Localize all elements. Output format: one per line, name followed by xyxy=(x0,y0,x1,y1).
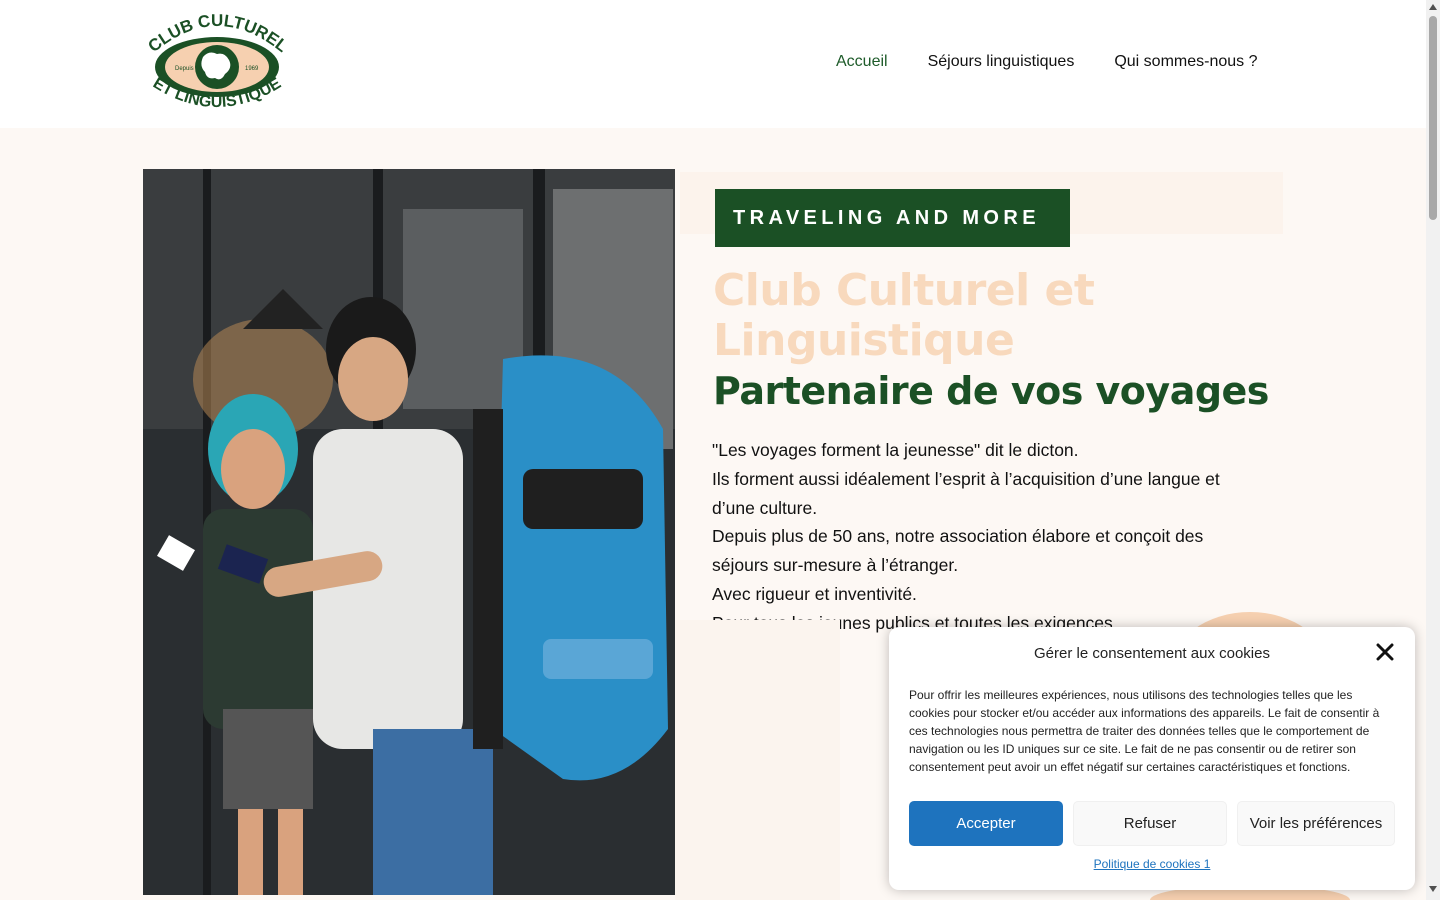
close-icon[interactable] xyxy=(1376,643,1394,661)
travelers-illustration xyxy=(143,169,675,895)
tagline-badge: TRAVELING AND MORE xyxy=(715,189,1070,247)
page-scrollbar[interactable] xyxy=(1426,0,1440,900)
intro-line-3: Depuis plus de 50 ans, notre association… xyxy=(712,526,1204,576)
logo-small-left: Depuis xyxy=(175,66,194,72)
hero-intro: "Les voyages forment la jeunesse" dit le… xyxy=(712,436,1252,638)
cookie-title: Gérer le consentement aux cookies xyxy=(1034,645,1270,662)
site-header: CLUB CULTUREL ET LINGUISTIQUE Depuis 196… xyxy=(0,0,1426,128)
logo-emblem: CLUB CULTUREL ET LINGUISTIQUE Depuis 196… xyxy=(144,11,291,111)
scroll-thumb[interactable] xyxy=(1429,16,1437,220)
scroll-up-arrow-icon[interactable] xyxy=(1429,4,1437,10)
hero-title-line2: Linguistique xyxy=(713,315,1015,366)
nav-item-qui-sommes-nous[interactable]: Qui sommes-nous ? xyxy=(1114,53,1257,71)
logo-small-right: 1969 xyxy=(245,66,259,72)
refuse-button[interactable]: Refuser xyxy=(1073,801,1227,846)
nav-item-accueil[interactable]: Accueil xyxy=(836,53,888,71)
preferences-button[interactable]: Voir les préférences xyxy=(1237,801,1395,846)
hero-subtitle: Partenaire de vos voyages xyxy=(713,369,1269,413)
main-nav: Accueil Séjours linguistiques Qui sommes… xyxy=(836,53,1258,71)
intro-line-1: "Les voyages forment la jeunesse" dit le… xyxy=(712,440,1079,460)
intro-line-2: Ils forment aussi idéalement l’esprit à … xyxy=(712,468,1220,518)
intro-line-4: Avec rigueur et inventivité. xyxy=(712,583,917,604)
site-logo[interactable]: CLUB CULTUREL ET LINGUISTIQUE Depuis 196… xyxy=(144,11,291,118)
hero-photo-travelers xyxy=(143,169,675,895)
cookie-consent-dialog: Gérer le consentement aux cookies Pour o… xyxy=(889,627,1415,890)
accept-button[interactable]: Accepter xyxy=(909,801,1063,846)
nav-item-sejours[interactable]: Séjours linguistiques xyxy=(928,53,1075,71)
decor-strip xyxy=(675,620,840,900)
scroll-down-arrow-icon[interactable] xyxy=(1429,886,1437,892)
cookie-description: Pour offrir les meilleures expériences, … xyxy=(909,688,1380,774)
cookie-policy-link[interactable]: Politique de cookies 1 xyxy=(889,857,1415,871)
hero-title-line1: Club Culturel et xyxy=(713,265,1095,316)
hero-title: Club Culturel et Linguistique xyxy=(713,266,1233,366)
